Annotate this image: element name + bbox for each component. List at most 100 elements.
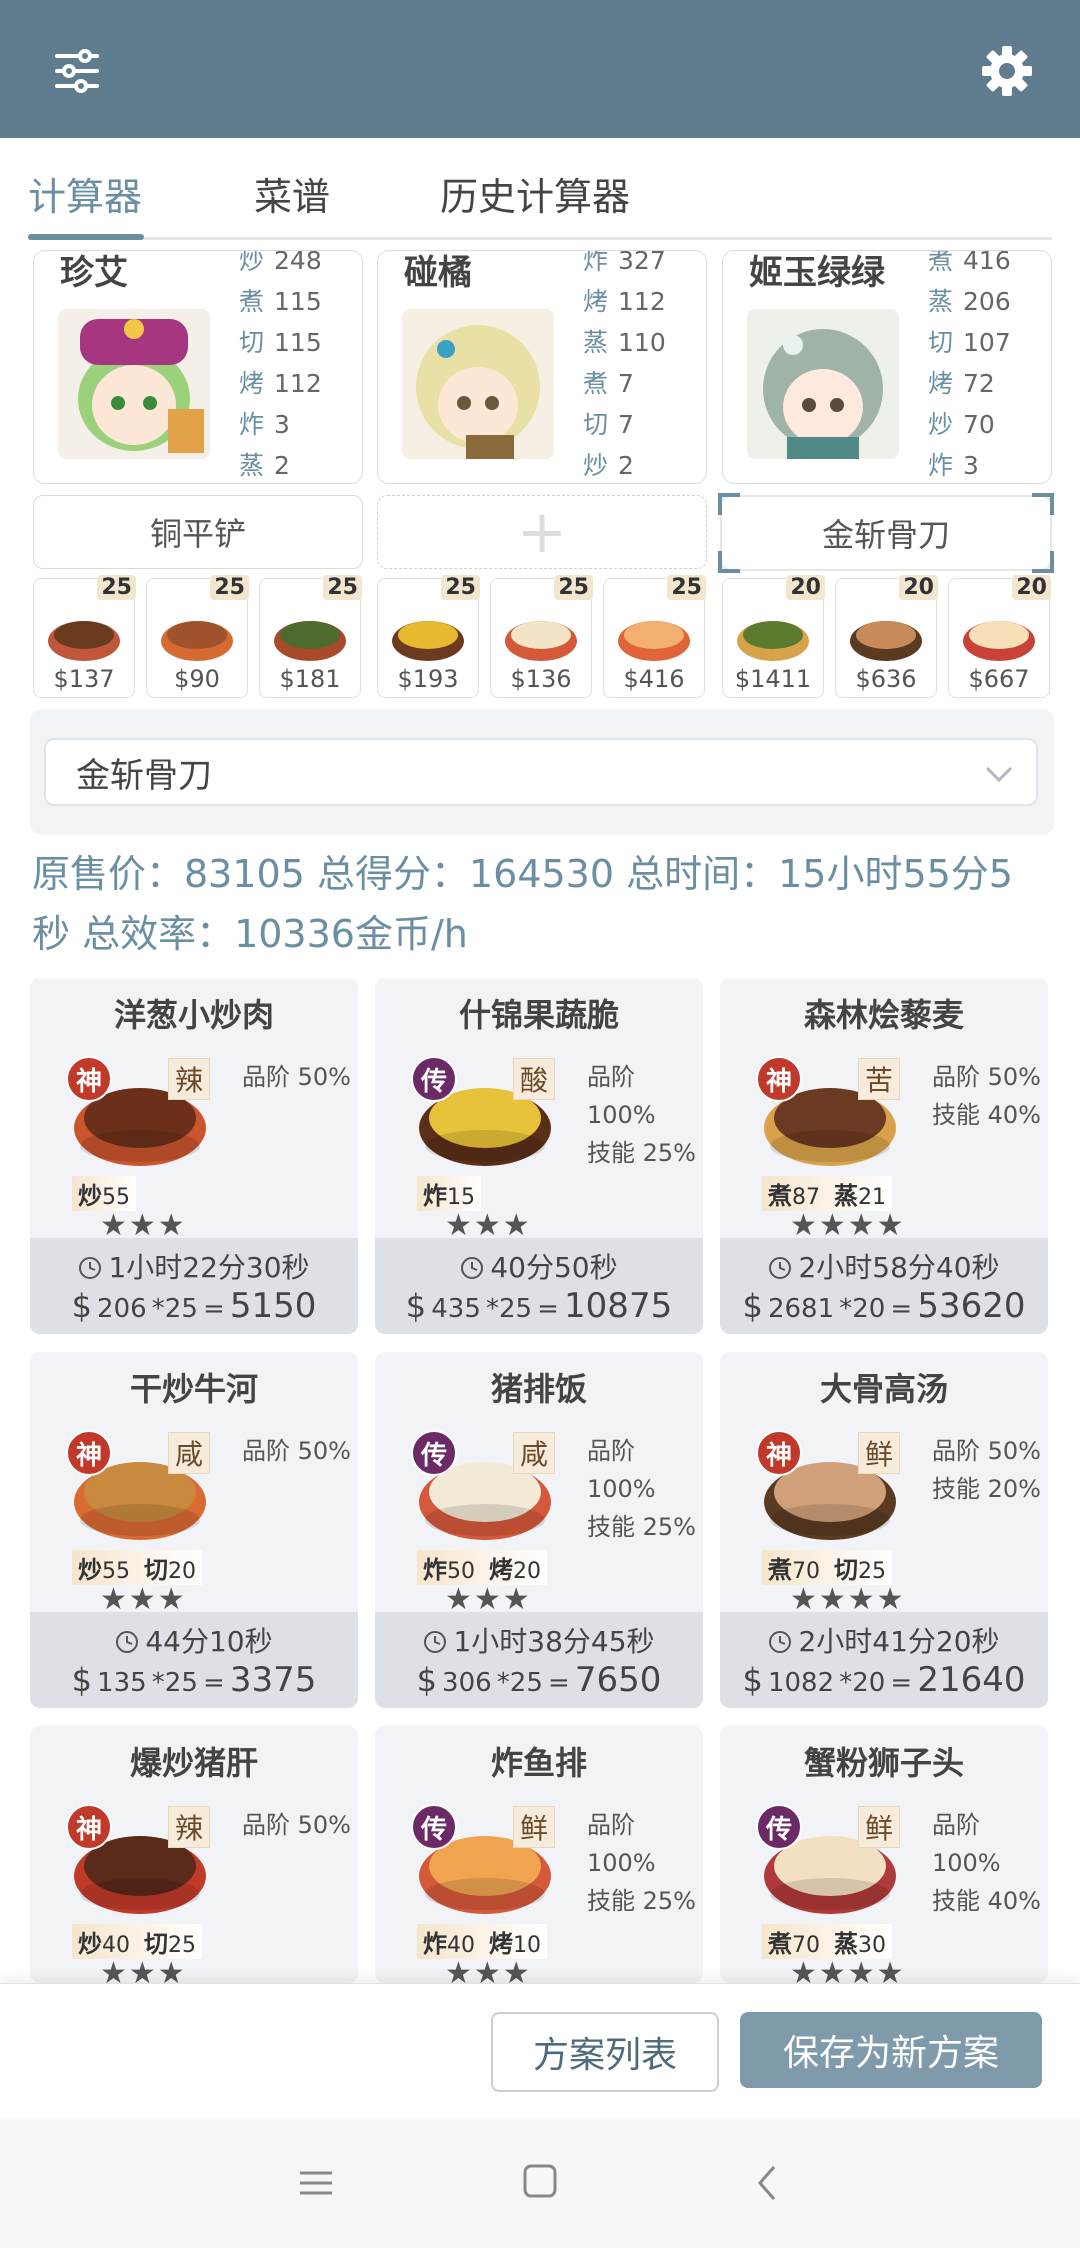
skill-text: 技能 25%: [587, 1887, 696, 1915]
equipment-slot-3[interactable]: 金斩骨刀: [718, 493, 1054, 573]
flavor-tag: 鲜: [858, 1806, 901, 1848]
chef-card[interactable]: 碰橘 炸 327 烤 112 蒸 110 煮7 切7 炒2: [377, 250, 707, 484]
recipe-tile[interactable]: 25 $136: [490, 575, 593, 698]
recipe-count: 25: [97, 575, 136, 600]
recipe-tile[interactable]: 25 $193: [377, 575, 480, 698]
chef-avatar: [747, 309, 899, 459]
tab-recipes[interactable]: 菜谱: [254, 166, 330, 221]
save-new-plan-button[interactable]: 保存为新方案: [740, 2012, 1042, 2088]
skill-type: 煮: [239, 287, 265, 316]
dish-image: [161, 621, 233, 661]
total-price: 53620: [917, 1286, 1026, 1326]
quantity: *20: [839, 1294, 886, 1324]
skill-type: 切: [928, 328, 954, 357]
recipe-name: 猪排饭: [490, 1370, 587, 1408]
system-nav-bar: [0, 2119, 1080, 2248]
price-calculation: $ 306 *25 = 7650: [375, 1660, 703, 1700]
price-calculation: $ 206 *25 = 5150: [30, 1286, 358, 1326]
skill-value: 3: [274, 410, 290, 439]
recipe-tile[interactable]: 25 $181: [259, 575, 362, 698]
dish-image: [737, 621, 809, 661]
dollar-icon: $: [416, 1661, 437, 1699]
tab-history-calculator[interactable]: 历史计算器: [440, 166, 630, 221]
total-price: 5150: [229, 1286, 317, 1326]
chef-card[interactable]: 姬玉绿绿 煮 416 蒸 206 切 107 烤 72 炒 70 炸3: [722, 250, 1052, 484]
tier-badge: 神: [756, 1056, 802, 1102]
recipe-tile[interactable]: 25 $416: [603, 575, 706, 698]
req-skill: 煮: [768, 1930, 792, 1958]
recipe-count: 20: [1012, 575, 1051, 600]
tab-calculator[interactable]: 计算器: [28, 166, 142, 221]
price-calculation: $ 1082 *20 = 21640: [720, 1660, 1048, 1700]
recipe-card[interactable]: 洋葱小炒肉神辣品阶 50% 炒55 ★★★ 1小时22分30秒 $ 206 *25 = …: [30, 978, 358, 1334]
equipment-slot-add[interactable]: +: [377, 495, 707, 569]
summary-line-2: 秒 总效率：10336金币/h: [32, 912, 468, 956]
cook-time-value: 1小时22分30秒: [108, 1251, 310, 1284]
cook-time: 2小时58分40秒: [720, 1246, 1048, 1286]
skill-value: 110: [618, 328, 666, 357]
recipe-tile[interactable]: 20 $667: [948, 575, 1051, 698]
req-skill: 煮: [768, 1182, 792, 1210]
cook-time-value: 1小时38分45秒: [453, 1625, 655, 1658]
recipe-card[interactable]: 爆炒猪肝神 辣 品阶 50% 炒40 切25 ★★★: [30, 1726, 358, 1983]
menu-icon[interactable]: [298, 2165, 334, 2201]
recipe-tile[interactable]: 25 $90: [146, 575, 249, 698]
flavor-tag: 咸: [513, 1432, 556, 1474]
req-value: 20: [513, 1559, 541, 1584]
recipe-price: $1411: [734, 665, 812, 693]
chef-name: 碰橘: [404, 253, 472, 293]
recipe-card[interactable]: 炸鱼排传 鲜品阶 100% 技能 25% 炸40 烤10 ★★★: [375, 1726, 703, 1983]
recipe-tile[interactable]: 25 $137: [33, 575, 136, 698]
skill-value: 2: [274, 451, 290, 480]
recipe-card[interactable]: 什锦果蔬脆传酸品阶 100% 技能 25% 炸15 ★★★ 40分50秒 $ 435 *2…: [375, 978, 703, 1334]
req-skill: 烤: [489, 1556, 513, 1584]
price-calculation: $ 435 *25 = 10875: [375, 1286, 703, 1326]
recipe-card[interactable]: 猪排饭传咸品阶 100% 技能 25% 炸50 烤20 ★★★ 1小时38分45秒 $ 3…: [375, 1352, 703, 1708]
chef-card[interactable]: 珍艾 炒 248 煮 115 切 115 烤 112 炸3 蒸2: [33, 250, 363, 484]
recipe-name: 什锦果蔬脆: [458, 996, 619, 1034]
grade-text: 品阶 50%: [242, 1063, 351, 1091]
recipe-tile[interactable]: 20 $636: [835, 575, 938, 698]
req-value: 87: [792, 1185, 820, 1210]
recipe-card[interactable]: 森林烩藜麦神苦品阶 50% 技能 40% 煮87 蒸21 ★★★★ 2小时58分40秒 $…: [720, 978, 1048, 1334]
req-skill: 煮: [768, 1556, 792, 1584]
skill-text: 技能 25%: [587, 1139, 696, 1167]
equipment-select-container: 金斩骨刀: [30, 710, 1054, 834]
sliders-icon[interactable]: [42, 36, 112, 106]
recipe-footer: 1小时38分45秒 $ 306 *25 = 7650: [375, 1612, 703, 1708]
skill-type: 蒸: [583, 328, 609, 357]
recipe-count: 20: [899, 575, 938, 600]
plan-list-button[interactable]: 方案列表: [491, 2012, 719, 2092]
tier-badge: 传: [411, 1804, 457, 1850]
gear-icon[interactable]: [972, 36, 1042, 106]
skill-type: 炒: [239, 250, 265, 275]
recipe-tile[interactable]: 20 $1411: [722, 575, 825, 698]
recipe-price: $136: [510, 665, 572, 693]
skill-requirements: 炸40 烤10: [417, 1924, 547, 1959]
recipe-footer: 44分10秒 $ 135 *25 = 3375: [30, 1612, 358, 1708]
recipe-card[interactable]: 干炒牛河神咸品阶 50% 炒55 切20 ★★★ 44分10秒 $ 135 *25 = …: [30, 1352, 358, 1708]
recipe-info: 品阶 50% 技能 20%: [932, 1432, 1041, 1508]
recipe-price: $137: [53, 665, 115, 693]
tab-indicator: [28, 234, 144, 240]
square-icon[interactable]: [522, 2163, 558, 2201]
clock-icon: [79, 1257, 102, 1279]
chef-avatar: [58, 309, 210, 459]
equipment-select[interactable]: 金斩骨刀: [44, 738, 1038, 806]
back-icon[interactable]: [752, 2163, 782, 2203]
recipe-price: $416: [623, 665, 685, 693]
recipe-price: $90: [174, 665, 220, 693]
flavor-tag: 辣: [168, 1806, 211, 1848]
skill-text: 技能 25%: [587, 1513, 696, 1541]
recipe-card[interactable]: 蟹粉狮子头传 鲜品阶 100% 技能 40% 煮70 蒸30 ★★★★: [720, 1726, 1048, 1983]
equipment-slot-1[interactable]: 铜平铲: [33, 495, 363, 569]
req-skill: 炒: [78, 1930, 102, 1958]
summary-line-1: 原售价：83105 总得分：164530 总时间：15小时55分5: [32, 852, 1013, 896]
recipe-info: 品阶 100% 技能 25%: [587, 1806, 703, 1920]
skill-row: 炒 248: [239, 250, 359, 282]
chef-skills: 炸 327 烤 112 蒸 110 煮7 切7 炒2: [583, 251, 703, 483]
skill-requirements: 煮70 切25: [762, 1550, 892, 1585]
cook-time-value: 2小时58分40秒: [798, 1251, 1000, 1284]
recipe-card[interactable]: 大骨高汤神鲜品阶 50% 技能 20% 煮70 切25 ★★★★ 2小时41分20秒 $ …: [720, 1352, 1048, 1708]
quantity: *25: [151, 1668, 198, 1698]
